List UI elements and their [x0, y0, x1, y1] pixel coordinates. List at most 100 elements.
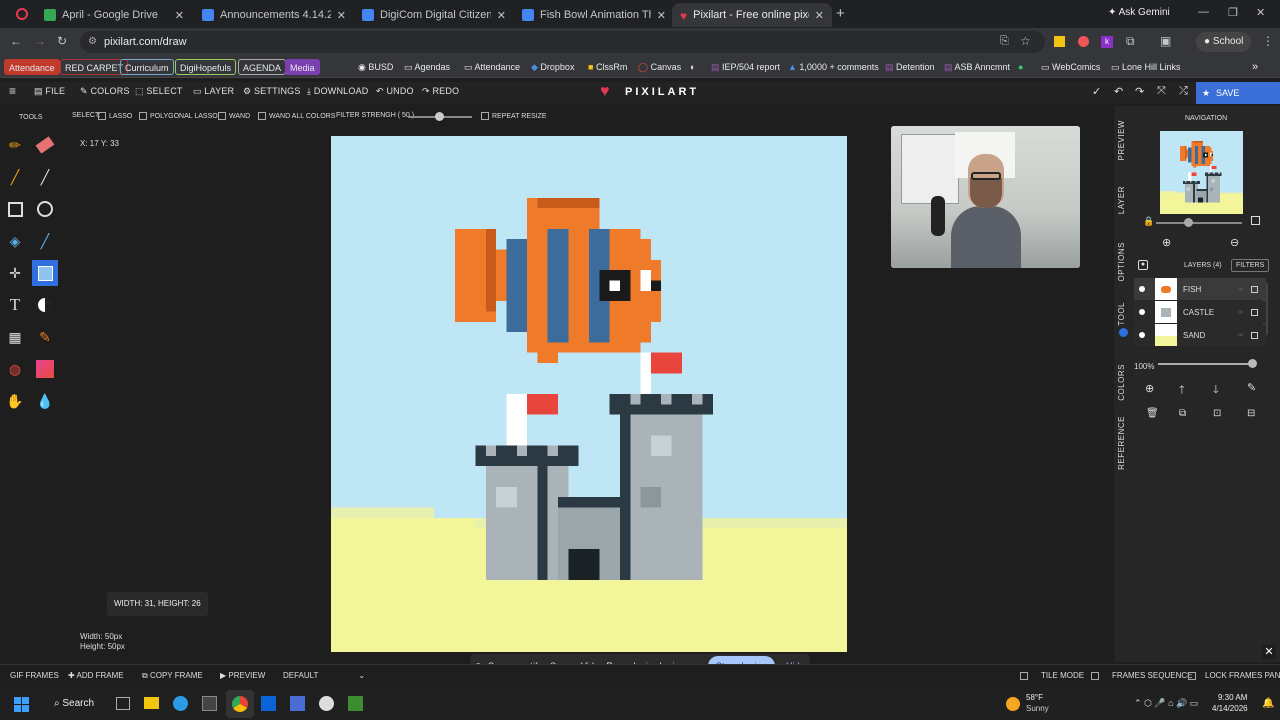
file-explorer-icon[interactable]: [144, 697, 159, 709]
bookmark-red-carpet[interactable]: RED CARPET: [60, 59, 129, 75]
undo-icon[interactable]: ↶: [1114, 85, 1123, 98]
reload-icon[interactable]: ↻: [57, 34, 67, 48]
file-menu[interactable]: ▤ FILE: [34, 86, 65, 97]
zoom-slider-knob[interactable]: [1184, 218, 1193, 227]
bookmark-webcomics[interactable]: ▭ WebComics: [1041, 59, 1100, 75]
hand-icon[interactable]: ✋: [4, 390, 26, 412]
tab-reference[interactable]: REFERENCE: [1117, 416, 1126, 470]
bookmark-canvas[interactable]: ◯ Canvas: [638, 59, 681, 75]
install-app-icon[interactable]: ⎘: [1000, 35, 1009, 48]
close-icon[interactable]: ✕: [337, 9, 346, 22]
tab-google-drive[interactable]: April - Google Drive ✕: [36, 3, 192, 27]
tab-preview[interactable]: PREVIEW: [1117, 120, 1126, 160]
redo-icon[interactable]: ↷: [1135, 85, 1144, 98]
bookmark-star-icon[interactable]: ☆: [1020, 34, 1031, 48]
taskbar-search[interactable]: ⌕ Search: [54, 698, 94, 709]
lasso-option[interactable]: LASSO: [98, 112, 132, 120]
close-panel-icon[interactable]: ✕: [1262, 645, 1276, 659]
notification-bell-icon[interactable]: 🔔: [1262, 698, 1274, 709]
frames-sequence-option[interactable]: FRAMES SEQUENCE: [1091, 671, 1192, 680]
text-tool-icon[interactable]: T: [4, 294, 26, 316]
speed-select[interactable]: DEFAULT ⌄: [283, 671, 365, 680]
extensions-puzzle-icon[interactable]: ⧉: [1126, 34, 1135, 49]
layer-menu[interactable]: ▭ LAYER: [193, 86, 234, 97]
lock-frames-checkbox[interactable]: [1188, 671, 1196, 680]
repeat-resize-option[interactable]: REPEAT RESIZE: [481, 112, 547, 120]
brush-icon[interactable]: ╱: [4, 166, 26, 188]
bookmark-curriculum[interactable]: Curriculum: [120, 59, 174, 75]
bookmarks-overflow-icon[interactable]: »: [1252, 59, 1258, 75]
stamp-icon[interactable]: ✎: [34, 326, 56, 348]
opacity-slider-knob[interactable]: [1248, 359, 1257, 368]
zoom-in-icon[interactable]: ⊕: [1162, 236, 1171, 249]
bookmark-digihopefuls[interactable]: DigiHopefuls: [175, 59, 237, 75]
circle-icon[interactable]: [34, 198, 56, 220]
bookmark-attendance[interactable]: Attendance: [4, 59, 60, 75]
select-menu[interactable]: ⬚ SELECT: [135, 86, 183, 97]
link-icon[interactable]: ∞: [1238, 332, 1243, 339]
new-tab-button[interactable]: +: [836, 5, 845, 22]
move-layer-down-icon[interactable]: 🡓: [1213, 381, 1219, 400]
pixilart-logo[interactable]: PIXILART: [625, 86, 699, 98]
lasso-checkbox[interactable]: [98, 112, 106, 120]
extension-k-icon[interactable]: k: [1101, 36, 1113, 48]
move-icon[interactable]: ✛: [4, 262, 26, 284]
line-icon[interactable]: ╱: [34, 166, 56, 188]
close-icon[interactable]: ✕: [657, 9, 666, 22]
eyedropper-icon[interactable]: ╱: [34, 230, 56, 252]
wand-option[interactable]: WAND: [218, 112, 250, 120]
windows-start-icon[interactable]: [14, 697, 29, 712]
layer-checkbox[interactable]: [1251, 285, 1258, 293]
bookmark-globe[interactable]: ◐: [690, 59, 695, 75]
url-field[interactable]: ⚙ pixilart.com/draw: [80, 31, 1045, 53]
frames-sequence-checkbox[interactable]: [1091, 671, 1099, 680]
select-tool-icon[interactable]: [32, 260, 58, 286]
delete-layer-icon[interactable]: 🗑: [1146, 408, 1159, 419]
extension-icon[interactable]: [1078, 36, 1089, 47]
drawing-canvas[interactable]: [331, 136, 847, 652]
redo-button[interactable]: ↷ REDO: [422, 86, 459, 97]
shape-fill-icon[interactable]: ◍: [4, 358, 26, 380]
flatten-layer-icon[interactable]: ⊟: [1247, 408, 1255, 419]
close-icon[interactable]: ✕: [175, 9, 184, 22]
opacity-slider[interactable]: [1158, 363, 1254, 365]
back-arrow-icon[interactable]: ←: [10, 34, 22, 48]
visibility-dot-icon[interactable]: [1139, 286, 1145, 292]
bookmark-asb[interactable]: ▤ ASB Anncmnt: [944, 59, 1010, 75]
tile-mode-option[interactable]: TILE MODE: [1020, 671, 1084, 680]
visibility-dot-icon[interactable]: [1139, 332, 1145, 338]
app-icon[interactable]: [319, 696, 334, 711]
download-menu[interactable]: ⤓ DOWNLOAD: [307, 86, 369, 97]
crop-icon[interactable]: ⤧: [1157, 85, 1166, 98]
gradient-icon[interactable]: [34, 358, 56, 380]
tab-colors[interactable]: COLORS: [1117, 364, 1126, 401]
dither-icon[interactable]: ▦: [4, 326, 26, 348]
wand-checkbox[interactable]: [218, 112, 226, 120]
task-view-icon[interactable]: [116, 697, 130, 710]
link-icon[interactable]: ∞: [1238, 309, 1243, 316]
layer-row-castle[interactable]: CASTLE ∞: [1134, 301, 1266, 323]
bookmark-dropbox[interactable]: ◆ Dropbox: [531, 59, 574, 75]
lock-frames-panel-option[interactable]: LOCK FRAMES PANEL: [1188, 671, 1280, 680]
tab-layer[interactable]: LAYER: [1117, 186, 1126, 214]
lock-icon[interactable]: 🔒: [1143, 216, 1154, 227]
bookmark-comments[interactable]: ▲ 1,0000 + comments: [788, 59, 879, 75]
settings-menu[interactable]: ⚙ SETTINGS: [243, 86, 301, 97]
pencil-icon[interactable]: ✏: [4, 134, 26, 156]
profile-button[interactable]: ● School: [1196, 32, 1252, 52]
filter-strength-slider-knob[interactable]: [435, 112, 444, 121]
polygonal-lasso-checkbox[interactable]: [139, 112, 147, 120]
tab-digicom[interactable]: DigiCom Digital Citizenship 6th ✕: [354, 3, 514, 27]
weather-desc[interactable]: Sunny: [1026, 704, 1049, 713]
layer-row-sand[interactable]: SAND ∞: [1134, 324, 1266, 346]
fill-bucket-icon[interactable]: ◈: [4, 230, 26, 252]
rectangle-icon[interactable]: [4, 198, 26, 220]
bookmark-iep-report[interactable]: ▤ IEP/504 report: [711, 59, 780, 75]
bookmark-attendance-folder[interactable]: ▭ Attendance: [464, 59, 520, 75]
fit-icon[interactable]: [1251, 216, 1260, 225]
edge-icon[interactable]: [173, 696, 188, 711]
extension-icon[interactable]: [1054, 36, 1065, 47]
ask-gemini-button[interactable]: ✦ Ask Gemini: [1108, 7, 1170, 18]
preview-button[interactable]: ▶ PREVIEW: [220, 671, 265, 680]
polygonal-lasso-option[interactable]: POLYGONAL LASSO: [139, 112, 218, 120]
